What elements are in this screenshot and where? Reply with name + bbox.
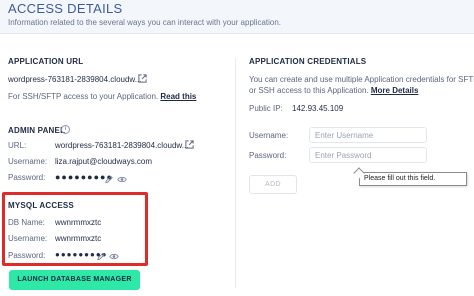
validation-tooltip: Please fill out this field. (359, 172, 467, 186)
password-input[interactable] (310, 148, 426, 162)
more-details-link[interactable]: More Details (371, 86, 419, 95)
sftp-access-text: For SSH/SFTP access to your Application.… (8, 92, 196, 101)
application-credentials-title: APPLICATION CREDENTIALS (249, 57, 367, 66)
admin-url-label: URL: (8, 141, 27, 150)
password-field[interactable] (309, 147, 427, 163)
admin-username-label: Username: (8, 157, 48, 166)
admin-password-label: Password: (8, 173, 46, 182)
admin-username-value: liza.rajput@cloudways.com (55, 157, 153, 166)
open-external-icon[interactable] (138, 74, 147, 83)
access-details-header: ACCESS DETAILS Information related to th… (0, 0, 474, 34)
show-password-eye-icon[interactable] (117, 175, 127, 184)
username-input[interactable] (310, 128, 426, 142)
page-title: ACCESS DETAILS (8, 1, 123, 16)
admin-url-value[interactable]: wordpress-763181-2839804.cloudw... (55, 141, 188, 150)
credentials-description-line1: You can create and use multiple Applicat… (249, 75, 474, 84)
open-external-icon[interactable] (185, 140, 194, 149)
column-divider (235, 58, 236, 288)
credentials-username-label: Username: (249, 131, 289, 140)
edit-pencil-icon[interactable] (104, 175, 114, 184)
application-url-title: APPLICATION URL (8, 57, 84, 66)
credentials-description-line2-wrap: or SSH access to this Application. More … (249, 86, 418, 95)
username-field[interactable] (309, 127, 427, 143)
credentials-password-label: Password: (249, 151, 287, 160)
credentials-description-line2: or SSH access to this Application. (249, 86, 369, 95)
public-ip-value: 142.93.45.109 (292, 104, 344, 113)
public-ip-label: Public IP: (249, 104, 283, 113)
add-credential-button[interactable]: ADD (249, 175, 297, 194)
read-this-link[interactable]: Read this (160, 92, 196, 101)
mysql-highlight-box (2, 192, 148, 266)
sftp-access-label: For SSH/SFTP access to your Application. (8, 92, 159, 101)
page-subtitle: Information related to the several ways … (8, 18, 282, 27)
application-url-value[interactable]: wordpress-763181-2839804.cloudw... (8, 75, 141, 84)
launch-database-manager-button[interactable]: LAUNCH DATABASE MANAGER (9, 270, 140, 290)
admin-panel-title: ADMIN PANEL (8, 126, 66, 135)
info-icon[interactable]: i (61, 125, 70, 134)
